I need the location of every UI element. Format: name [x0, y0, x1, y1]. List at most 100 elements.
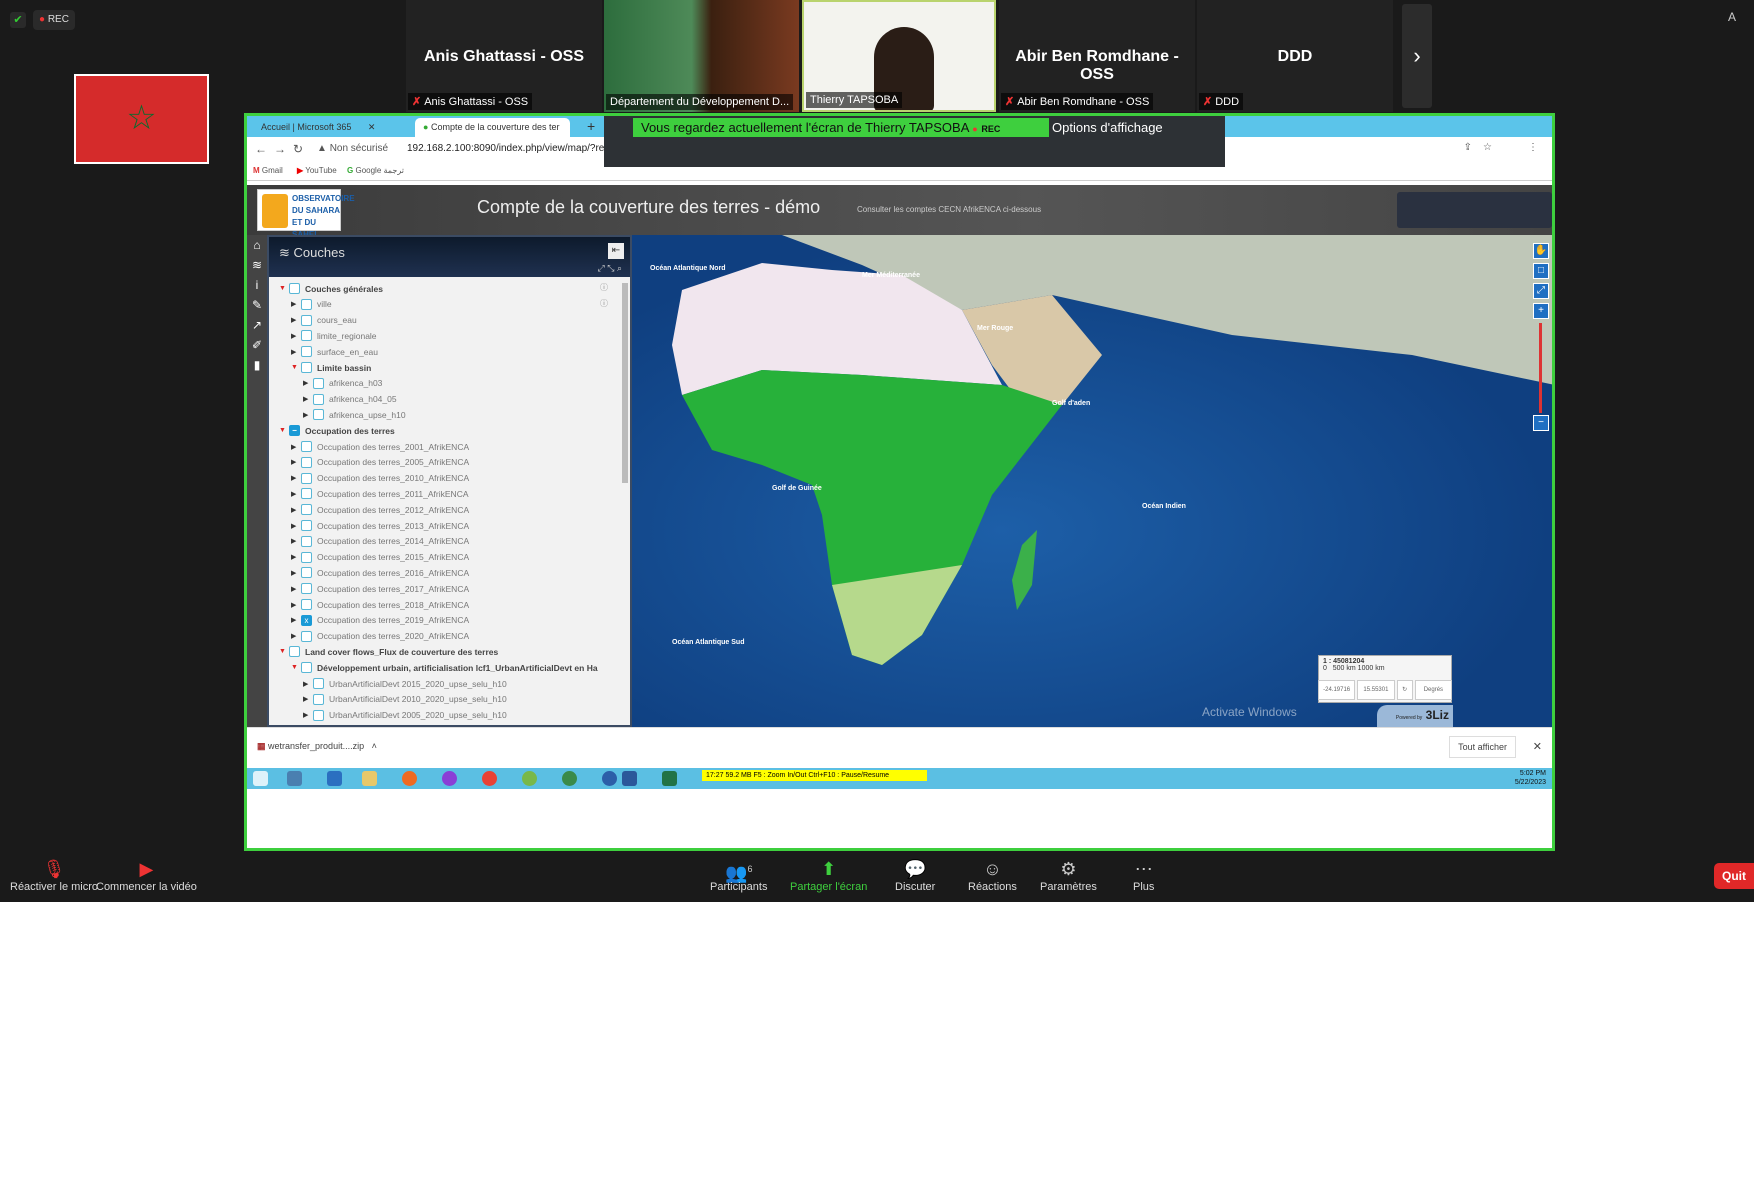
zoom-extent-icon[interactable]: ⤢	[1533, 283, 1549, 299]
qgis-icon[interactable]	[522, 771, 537, 786]
expanded-icon[interactable]: ▼	[279, 427, 289, 434]
layer-row[interactable]: ▶ limite_regionale	[291, 328, 377, 343]
collapsed-icon[interactable]: ▶	[291, 632, 301, 640]
reload-icon[interactable]: ↻	[293, 142, 303, 156]
layer-row[interactable]: ▶ ville	[291, 297, 332, 312]
participant-tile[interactable]: Anis Ghattassi - OSS ✗ Anis Ghattassi - O…	[406, 0, 602, 112]
map-view[interactable]: Océan Atlantique Nord Mer Méditerranée M…	[632, 235, 1552, 727]
collapse-panel-button[interactable]: ⇤	[608, 243, 624, 259]
collapsed-icon[interactable]: ▶	[291, 443, 301, 451]
layer-row[interactable]: ▶ cours_eau	[291, 313, 357, 328]
print-icon[interactable]: ▮	[247, 355, 267, 375]
layer-checkbox[interactable]	[301, 520, 312, 531]
layer-row[interactable]: ▶ Occupation des terres_2013_AfrikENCA	[291, 518, 469, 533]
layer-checkbox[interactable]	[301, 630, 312, 642]
taskbar-app-icon[interactable]	[327, 771, 342, 786]
info-icon[interactable]: i	[247, 275, 267, 295]
layer-checkbox[interactable]	[313, 393, 324, 405]
unmute-button[interactable]: 🎙 Réactiver le micro	[10, 857, 98, 893]
layer-checkbox[interactable]	[301, 567, 312, 579]
collapsed-icon[interactable]: ▶	[303, 379, 313, 387]
layer-checkbox[interactable]	[313, 377, 324, 389]
layer-row[interactable]: ▶ Occupation des terres_2020_AfrikENCA	[291, 629, 469, 644]
zoom-out-button[interactable]: −	[1533, 415, 1549, 431]
layer-row[interactable]: ▶ Occupation des terres_2001_AfrikENCA	[291, 439, 469, 454]
close-icon[interactable]: ✕	[1533, 740, 1542, 753]
refresh-icon[interactable]: ↻	[1396, 680, 1413, 700]
chrome-icon[interactable]	[482, 771, 497, 786]
layers-icon[interactable]: ≋	[247, 255, 267, 275]
url-text[interactable]: 192.168.2.100:8090/index.php/view/map/?r…	[407, 143, 616, 154]
lizmap-logo[interactable]: Powered by 3Liz	[1377, 705, 1453, 727]
layer-row[interactable]: ▶ UrbanArtificialDevt 2005_2020_upse_selu…	[303, 708, 507, 723]
layer-checkbox[interactable]	[301, 488, 312, 500]
collapsed-icon[interactable]: ▶	[291, 490, 301, 498]
expanded-icon[interactable]: ▼	[279, 285, 289, 292]
zoom-slider[interactable]	[1539, 323, 1542, 413]
explorer-icon[interactable]	[362, 771, 377, 786]
download-item[interactable]: ▦ wetransfer_produit....zip ˄	[257, 741, 377, 752]
display-options-button[interactable]: Options d'affichage	[1052, 118, 1163, 137]
zoom-in-button[interactable]: +	[1533, 303, 1549, 319]
layer-checkbox[interactable]	[301, 599, 312, 610]
layer-row[interactable]: ▶ Occupation des terres_2011_AfrikENCA	[291, 486, 469, 501]
layer-checkbox[interactable]	[301, 662, 312, 674]
layer-checkbox[interactable]	[289, 646, 300, 658]
view-button[interactable]: A	[1728, 10, 1736, 24]
layer-row[interactable]: ▶ Occupation des terres_2018_AfrikENCA	[291, 597, 469, 612]
collapsed-icon[interactable]: ▶	[291, 601, 301, 609]
quit-button[interactable]: Quit	[1714, 863, 1754, 889]
layer-row[interactable]: ▶ UrbanArtificialDevt 2015_2020_upse_selu…	[303, 676, 507, 691]
participant-video-tile[interactable]: Département du Développement D...	[604, 0, 799, 112]
layer-checkbox[interactable]	[313, 709, 324, 721]
collapsed-icon[interactable]: ▶	[303, 680, 313, 688]
layer-row[interactable]: ▶ Occupation des terres_2015_AfrikENCA	[291, 550, 469, 565]
layer-checkbox[interactable]	[289, 283, 300, 294]
settings-button[interactable]: ⚙ Paramètres	[1040, 857, 1097, 893]
layer-checkbox[interactable]	[313, 409, 324, 421]
layer-checkbox[interactable]	[301, 583, 312, 595]
layer-checkbox[interactable]	[301, 551, 312, 563]
recording-indicator[interactable]: ● REC	[33, 10, 75, 30]
bookmark-gmail[interactable]: M Gmail	[253, 166, 283, 175]
layer-row[interactable]: ▶ Occupation des terres_2010_AfrikENCA	[291, 471, 469, 486]
security-shield-icon[interactable]: ✔	[10, 12, 26, 28]
collapsed-icon[interactable]: ▶	[291, 569, 301, 577]
layer-row[interactable]: ▶UrbanArtificialDevt 2000_2020_upse_h10	[303, 723, 486, 725]
zoom-box-icon[interactable]: □	[1533, 263, 1549, 279]
zoom-layer-icon[interactable]: ⌕	[617, 263, 622, 273]
collapsed-icon[interactable]: ▶	[291, 553, 301, 561]
layer-checkbox[interactable]	[301, 456, 312, 468]
clock[interactable]: 5:02 PM 5/22/2023	[1515, 769, 1546, 787]
participants-button[interactable]: 👥6 Participants	[710, 857, 767, 893]
forward-icon[interactable]: →	[274, 142, 286, 156]
layer-checkbox[interactable]	[301, 362, 312, 373]
scrollbar[interactable]	[622, 283, 628, 483]
collapsed-icon[interactable]: ▶	[291, 522, 301, 530]
layer-row[interactable]: ▶ afrikenca_h04_05	[303, 392, 397, 407]
show-all-button[interactable]: Tout afficher	[1449, 736, 1516, 758]
collapsed-icon[interactable]: ▶	[303, 395, 313, 403]
participant-tile[interactable]: DDD ✗ DDD	[1197, 0, 1393, 112]
layer-row[interactable]: ▼ Couches générales	[279, 281, 383, 296]
layer-row[interactable]: ▶ Occupation des terres_2016_AfrikENCA	[291, 565, 469, 580]
units-select[interactable]: Degrés	[1414, 680, 1453, 700]
layer-row[interactable]: ▶ UrbanArtificialDevt 2010_2020_upse_selu…	[303, 692, 507, 707]
layer-checkbox[interactable]	[313, 678, 324, 689]
home-icon[interactable]: ⌂	[247, 235, 267, 255]
menu-icon[interactable]: ⋮	[1528, 142, 1538, 153]
layer-checkbox[interactable]	[301, 314, 312, 326]
back-icon[interactable]: ←	[255, 142, 267, 156]
tab-microsoft365[interactable]: Accueil | Microsoft 365 ✕	[253, 118, 413, 137]
layer-row[interactable]: ▶ afrikenca_upse_h10	[303, 407, 406, 422]
collapsed-icon[interactable]: ▶	[291, 332, 301, 340]
participant-tile[interactable]: Abir Ben Romdhane - OSS ✗ Abir Ben Romdha…	[999, 0, 1195, 112]
taskbar-app-icon[interactable]	[442, 771, 457, 786]
collapsed-icon[interactable]: ▶	[303, 695, 313, 703]
collapsed-icon[interactable]: ▶	[303, 711, 313, 719]
layer-checkbox[interactable]	[313, 693, 324, 705]
firefox-icon[interactable]	[402, 771, 417, 786]
layer-row[interactable]: ▼ Développement urbain, artificialisation…	[291, 660, 598, 675]
layer-checkbox[interactable]	[301, 441, 312, 452]
chat-button[interactable]: 💬 Discuter	[895, 857, 935, 893]
